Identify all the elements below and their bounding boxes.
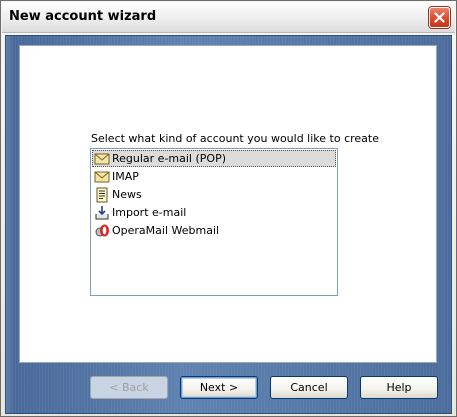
wizard-frame: Select what kind of account you would li… <box>5 35 452 414</box>
close-icon <box>434 12 445 23</box>
title-bar[interactable]: New account wizard <box>2 2 455 33</box>
prompt-text: Select what kind of account you would li… <box>91 132 379 145</box>
list-item-label: Import e-mail <box>112 206 187 219</box>
cancel-button[interactable]: Cancel <box>270 376 348 399</box>
envelope-icon <box>94 153 110 165</box>
back-button[interactable]: < Back <box>90 376 168 399</box>
import-icon <box>95 206 109 220</box>
opera-icon <box>95 224 109 237</box>
content-panel: Select what kind of account you would li… <box>19 45 437 363</box>
list-item-regular-email[interactable]: Regular e-mail (POP) <box>92 150 336 167</box>
list-item-imap[interactable]: IMAP <box>92 168 336 185</box>
list-item-label: OperaMail Webmail <box>112 224 220 237</box>
wizard-window: New account wizard Select what kind of a… <box>0 0 457 417</box>
list-item-label: News <box>112 188 142 201</box>
window-title: New account wizard <box>9 9 157 24</box>
account-type-list[interactable]: Regular e-mail (POP) IMAP News Import e-… <box>90 148 338 296</box>
list-item-import-email[interactable]: Import e-mail <box>92 204 336 221</box>
list-item-operamail-webmail[interactable]: OperaMail Webmail <box>92 222 336 239</box>
list-item-label: IMAP <box>112 170 139 183</box>
close-button[interactable] <box>429 7 450 28</box>
envelope-icon <box>94 171 110 183</box>
next-button[interactable]: Next > <box>180 376 258 399</box>
list-item-label: Regular e-mail (POP) <box>112 152 226 165</box>
news-icon <box>96 187 108 203</box>
list-item-news[interactable]: News <box>92 186 336 203</box>
help-button[interactable]: Help <box>360 376 438 399</box>
